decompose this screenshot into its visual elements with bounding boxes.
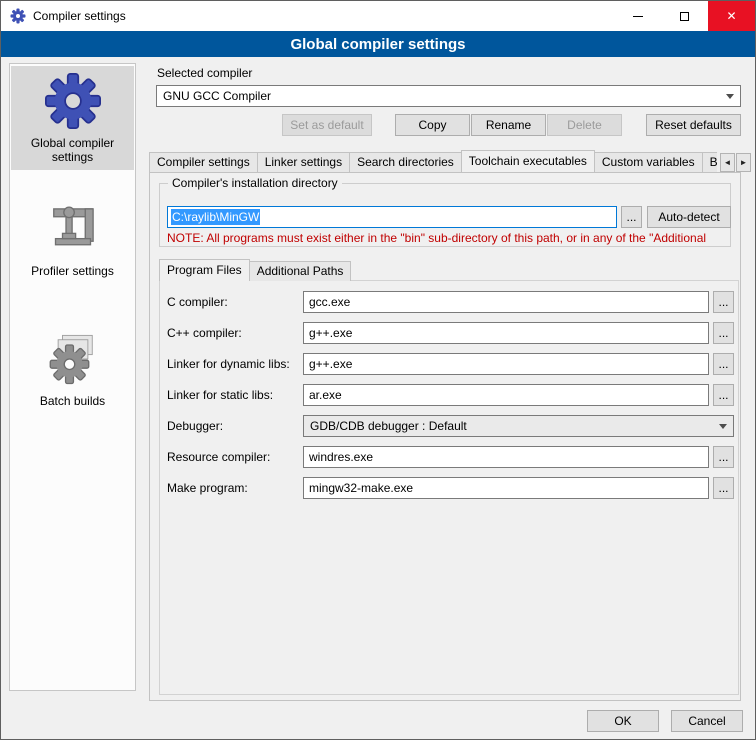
static-linker-label: Linker for static libs: bbox=[167, 388, 273, 402]
c-compiler-label: C compiler: bbox=[167, 295, 228, 309]
auto-detect-button[interactable]: Auto-detect bbox=[647, 206, 731, 228]
dialog-header-title: Global compiler settings bbox=[1, 31, 755, 57]
make-program-browse-button[interactable]: ... bbox=[713, 477, 734, 499]
sidebar-item-label: Profiler settings bbox=[31, 264, 114, 278]
sidebar-item-profiler-settings[interactable]: Profiler settings bbox=[11, 194, 134, 284]
tab-custom-variables[interactable]: Custom variables bbox=[594, 152, 703, 172]
selected-compiler-label: Selected compiler bbox=[157, 66, 252, 80]
sidebar-item-label: Batch builds bbox=[40, 394, 105, 408]
rename-button[interactable]: Rename bbox=[471, 114, 546, 136]
resource-compiler-label: Resource compiler: bbox=[167, 450, 270, 464]
sidebar-item-label: Global compiler settings bbox=[31, 136, 114, 164]
resource-compiler-input[interactable] bbox=[303, 446, 709, 468]
dynamic-linker-label: Linker for dynamic libs: bbox=[167, 357, 290, 371]
tab-search-directories[interactable]: Search directories bbox=[349, 152, 462, 172]
minimize-button[interactable] bbox=[614, 1, 661, 31]
window-title: Compiler settings bbox=[33, 9, 126, 23]
tab-scroll-right-button[interactable]: ► bbox=[736, 153, 751, 172]
maximize-icon bbox=[680, 12, 689, 21]
dynamic-linker-browse-button[interactable]: ... bbox=[713, 353, 734, 375]
make-program-input[interactable] bbox=[303, 477, 709, 499]
maximize-button[interactable] bbox=[661, 1, 708, 31]
debugger-label: Debugger: bbox=[167, 419, 223, 433]
subtab-program-files[interactable]: Program Files bbox=[159, 259, 250, 281]
cpp-compiler-input[interactable] bbox=[303, 322, 709, 344]
tab-build-options[interactable]: Buil bbox=[702, 152, 717, 172]
ok-button[interactable]: OK bbox=[587, 710, 659, 732]
chevron-down-icon bbox=[721, 87, 739, 105]
batch-gear-icon bbox=[45, 331, 101, 387]
c-compiler-browse-button[interactable]: ... bbox=[713, 291, 734, 313]
delete-button[interactable]: Delete bbox=[547, 114, 622, 136]
cancel-button[interactable]: Cancel bbox=[671, 710, 743, 732]
tab-compiler-settings[interactable]: Compiler settings bbox=[149, 152, 258, 172]
settings-tabs: Compiler settings Linker settings Search… bbox=[149, 150, 717, 172]
clamp-icon bbox=[45, 201, 101, 257]
window-controls: ✕ bbox=[614, 1, 755, 31]
sidebar: Global compiler settings Profiler settin… bbox=[9, 63, 136, 691]
dynamic-linker-input[interactable] bbox=[303, 353, 709, 375]
static-linker-browse-button[interactable]: ... bbox=[713, 384, 734, 406]
gear-icon bbox=[45, 73, 101, 129]
chevron-down-icon bbox=[714, 417, 732, 435]
minimize-icon bbox=[633, 16, 643, 17]
app-icon bbox=[10, 8, 26, 24]
debugger-select[interactable]: GDB/CDB debugger : Default bbox=[303, 415, 734, 437]
compiler-settings-window: Compiler settings ✕ Global compiler sett… bbox=[0, 0, 756, 740]
toolchain-subtabs: Program Files Additional Paths bbox=[159, 259, 350, 281]
sidebar-item-global-compiler-settings[interactable]: Global compiler settings bbox=[11, 66, 134, 170]
make-program-label: Make program: bbox=[167, 481, 248, 495]
subtab-additional-paths[interactable]: Additional Paths bbox=[249, 261, 352, 281]
static-linker-input[interactable] bbox=[303, 384, 709, 406]
cpp-compiler-browse-button[interactable]: ... bbox=[713, 322, 734, 344]
resource-compiler-browse-button[interactable]: ... bbox=[713, 446, 734, 468]
note-text: NOTE: All programs must exist either in … bbox=[167, 231, 739, 245]
selected-path-text: C:\raylib\MinGW bbox=[171, 209, 260, 225]
reset-defaults-button[interactable]: Reset defaults bbox=[646, 114, 741, 136]
tab-scroll-left-button[interactable]: ◄ bbox=[720, 153, 735, 172]
tab-linker-settings[interactable]: Linker settings bbox=[257, 152, 350, 172]
installation-directory-input[interactable]: C:\raylib\MinGW bbox=[167, 206, 617, 228]
installation-directory-group-title: Compiler's installation directory bbox=[168, 176, 342, 190]
c-compiler-input[interactable] bbox=[303, 291, 709, 313]
debugger-select-value: GDB/CDB debugger : Default bbox=[310, 419, 467, 433]
close-button[interactable]: ✕ bbox=[708, 1, 755, 31]
browse-directory-button[interactable]: ... bbox=[621, 206, 642, 228]
compiler-select[interactable]: GNU GCC Compiler bbox=[156, 85, 741, 107]
sidebar-item-batch-builds[interactable]: Batch builds bbox=[11, 324, 134, 414]
tab-toolchain-executables[interactable]: Toolchain executables bbox=[461, 150, 595, 172]
close-icon: ✕ bbox=[726, 9, 736, 23]
cpp-compiler-label: C++ compiler: bbox=[167, 326, 242, 340]
titlebar: Compiler settings ✕ bbox=[1, 1, 755, 31]
compiler-select-value: GNU GCC Compiler bbox=[163, 89, 271, 103]
copy-button[interactable]: Copy bbox=[395, 114, 470, 136]
set-as-default-button[interactable]: Set as default bbox=[282, 114, 372, 136]
